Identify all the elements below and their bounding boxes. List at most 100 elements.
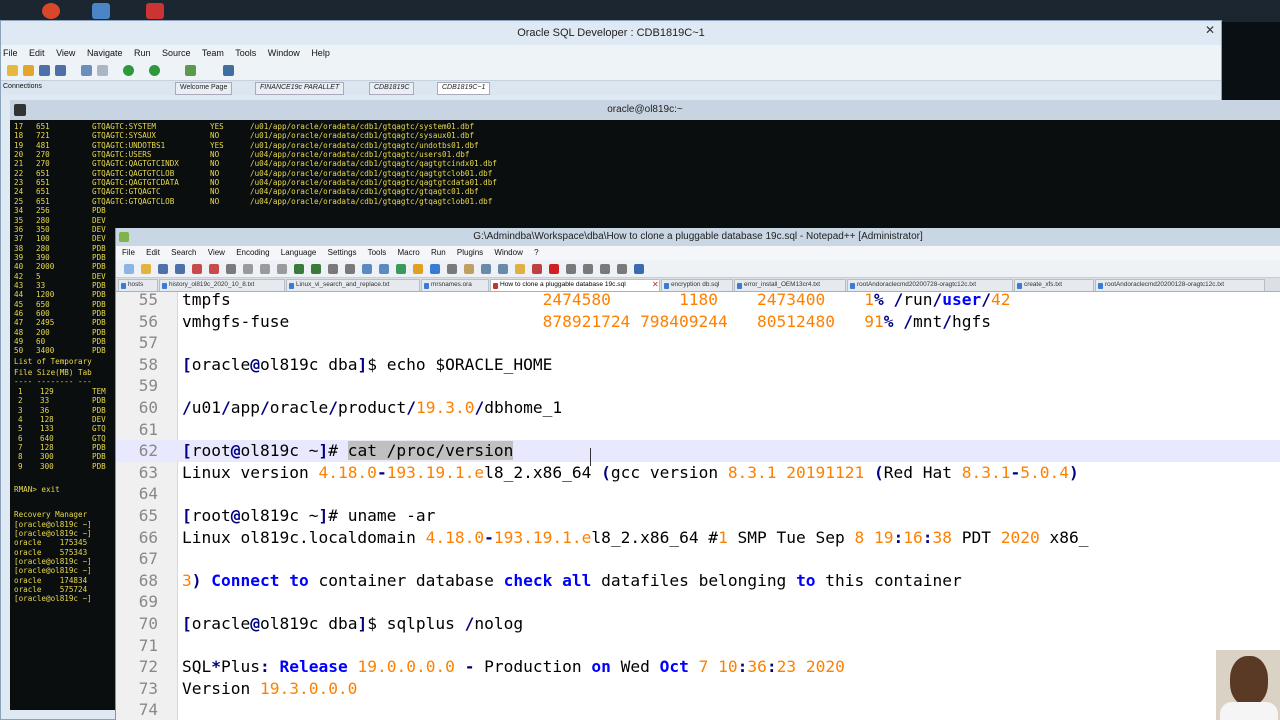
editor-tab[interactable]: history_ol819c_2020_10_8.txt [159, 279, 285, 291]
menu-view[interactable]: View [56, 48, 75, 58]
tab-finance19c[interactable]: FINANCE19c PARALLET [255, 82, 345, 95]
menu-file[interactable]: File [3, 48, 18, 58]
menu-source[interactable]: Source [162, 48, 191, 58]
editor-tab[interactable]: Linux_vi_search_and_replace.txt [286, 279, 420, 291]
editor-line[interactable]: 62 [root@ol819c ~]# cat /proc/version [116, 440, 1280, 462]
save-macro-icon[interactable] [617, 264, 627, 274]
folder-workspace-icon[interactable] [515, 264, 525, 274]
print-icon[interactable] [226, 264, 236, 274]
close-icon[interactable]: ✕ [1203, 23, 1217, 37]
menu-run[interactable]: Run [134, 48, 151, 58]
chrome-icon[interactable] [42, 3, 60, 19]
redo-icon[interactable] [97, 65, 108, 76]
udl-icon[interactable] [464, 264, 474, 274]
paste-icon[interactable] [277, 264, 287, 274]
tab-cdb1819c[interactable]: CDB1819C [369, 82, 415, 95]
editor-line[interactable]: 74 [116, 699, 1280, 720]
editor-tab[interactable]: How to clone a pluggable database 19c.sq… [490, 279, 660, 291]
editor-line[interactable]: 59 [116, 375, 1280, 397]
run-icon[interactable] [185, 65, 196, 76]
indent-guide-icon[interactable] [447, 264, 457, 274]
app-shortcut-icon[interactable] [146, 3, 164, 19]
editor-line[interactable]: 68 3) Connect to container database check… [116, 570, 1280, 592]
new-file-icon[interactable] [7, 65, 18, 76]
editor-line[interactable]: 58 [oracle@ol819c dba]$ echo $ORACLE_HOME [116, 354, 1280, 376]
find-icon[interactable] [328, 264, 338, 274]
editor-tab[interactable]: mrsnames.ora [421, 279, 489, 291]
editor-tab[interactable]: hosts [118, 279, 158, 291]
close-all-icon[interactable] [209, 264, 219, 274]
editor-line[interactable]: 72 SQL*Plus: Release 19.0.0.0.0 - Product… [116, 656, 1280, 678]
menu-help[interactable]: ? [534, 248, 538, 257]
doc-map-icon[interactable] [481, 264, 491, 274]
menu-tools[interactable]: Tools [235, 48, 256, 58]
run-macro-icon[interactable] [600, 264, 610, 274]
editor-area[interactable]: 55 tmpfs 2474580 1180 2473400 1% /run/use… [116, 292, 1280, 720]
editor-line[interactable]: 63 Linux version 4.18.0-193.19.1.el8_2.x8… [116, 462, 1280, 484]
sync-icon[interactable] [396, 264, 406, 274]
menu-edit[interactable]: Edit [146, 248, 160, 257]
debug-icon[interactable] [223, 65, 234, 76]
play-macro-icon[interactable] [583, 264, 593, 274]
editor-line[interactable]: 64 [116, 483, 1280, 505]
replace-icon[interactable] [345, 264, 355, 274]
menu-edit[interactable]: Edit [29, 48, 45, 58]
editor-tab[interactable]: create_xfs.txt [1014, 279, 1094, 291]
tab-cdb1819c-1[interactable]: CDB1819C~1 [437, 82, 491, 95]
undo-icon[interactable] [294, 264, 304, 274]
function-list-icon[interactable] [498, 264, 508, 274]
editor-line[interactable]: 57 [116, 332, 1280, 354]
forward-icon[interactable] [149, 65, 160, 76]
tab-welcome-page[interactable]: Welcome Page [175, 82, 233, 95]
close-tab-icon[interactable]: ✕ [652, 280, 659, 289]
back-icon[interactable] [123, 65, 134, 76]
editor-line[interactable]: 61 [116, 419, 1280, 441]
close-icon[interactable] [192, 264, 202, 274]
save-icon[interactable] [39, 65, 50, 76]
copy-icon[interactable] [260, 264, 270, 274]
app-shortcut-icon[interactable] [92, 3, 110, 19]
editor-line[interactable]: 69 [116, 591, 1280, 613]
editor-line[interactable]: 65 [root@ol819c ~]# uname -ar [116, 505, 1280, 527]
undo-icon[interactable] [81, 65, 92, 76]
editor-line[interactable]: 60/u01/app/oracle/product/19.3.0/dbhome_… [116, 397, 1280, 419]
menu-window[interactable]: Window [268, 48, 300, 58]
record-macro-icon[interactable] [549, 264, 559, 274]
open-folder-icon[interactable] [23, 65, 34, 76]
editor-line[interactable]: 56 vmhgfs-fuse 878921724 798409244 805124… [116, 311, 1280, 333]
editor-tab[interactable]: rootAndoraclecmd20200128-oragtc12c.txt [1095, 279, 1265, 291]
menu-settings[interactable]: Settings [328, 248, 357, 257]
menu-macro[interactable]: Macro [398, 248, 420, 257]
zoom-in-icon[interactable] [362, 264, 372, 274]
open-folder-icon[interactable] [141, 264, 151, 274]
cut-icon[interactable] [243, 264, 253, 274]
zoom-out-icon[interactable] [379, 264, 389, 274]
editor-line[interactable]: 73 Version 19.3.0.0.0 [116, 678, 1280, 700]
menu-window[interactable]: Window [494, 248, 522, 257]
menu-language[interactable]: Language [281, 248, 317, 257]
connections-panel-label[interactable]: Connections [3, 83, 42, 90]
editor-tab[interactable]: rootAndoraclecmd20200728-oragtc12c.txt [847, 279, 1013, 291]
monitor-icon[interactable] [532, 264, 542, 274]
menu-plugins[interactable]: Plugins [457, 248, 483, 257]
editor-line[interactable]: 71 [116, 635, 1280, 657]
editor-line[interactable]: 70 [oracle@ol819c dba]$ sqlplus /nolog [116, 613, 1280, 635]
menu-file[interactable]: File [122, 248, 135, 257]
menu-run[interactable]: Run [431, 248, 446, 257]
word-wrap-icon[interactable] [413, 264, 423, 274]
save-all-icon[interactable] [175, 264, 185, 274]
save-all-icon[interactable] [55, 65, 66, 76]
editor-tab[interactable]: error_install_OEM13cr4.txt [734, 279, 846, 291]
show-all-icon[interactable] [430, 264, 440, 274]
editor-line[interactable]: 66 Linux ol819c.localdomain 4.18.0-193.19… [116, 527, 1280, 549]
menu-encoding[interactable]: Encoding [236, 248, 269, 257]
menu-tools[interactable]: Tools [368, 248, 387, 257]
menu-team[interactable]: Team [202, 48, 224, 58]
save-icon[interactable] [158, 264, 168, 274]
spell-check-icon[interactable] [634, 264, 644, 274]
redo-icon[interactable] [311, 264, 321, 274]
editor-line[interactable]: 67 [116, 548, 1280, 570]
menu-navigate[interactable]: Navigate [87, 48, 123, 58]
new-file-icon[interactable] [124, 264, 134, 274]
menu-search[interactable]: Search [171, 248, 196, 257]
